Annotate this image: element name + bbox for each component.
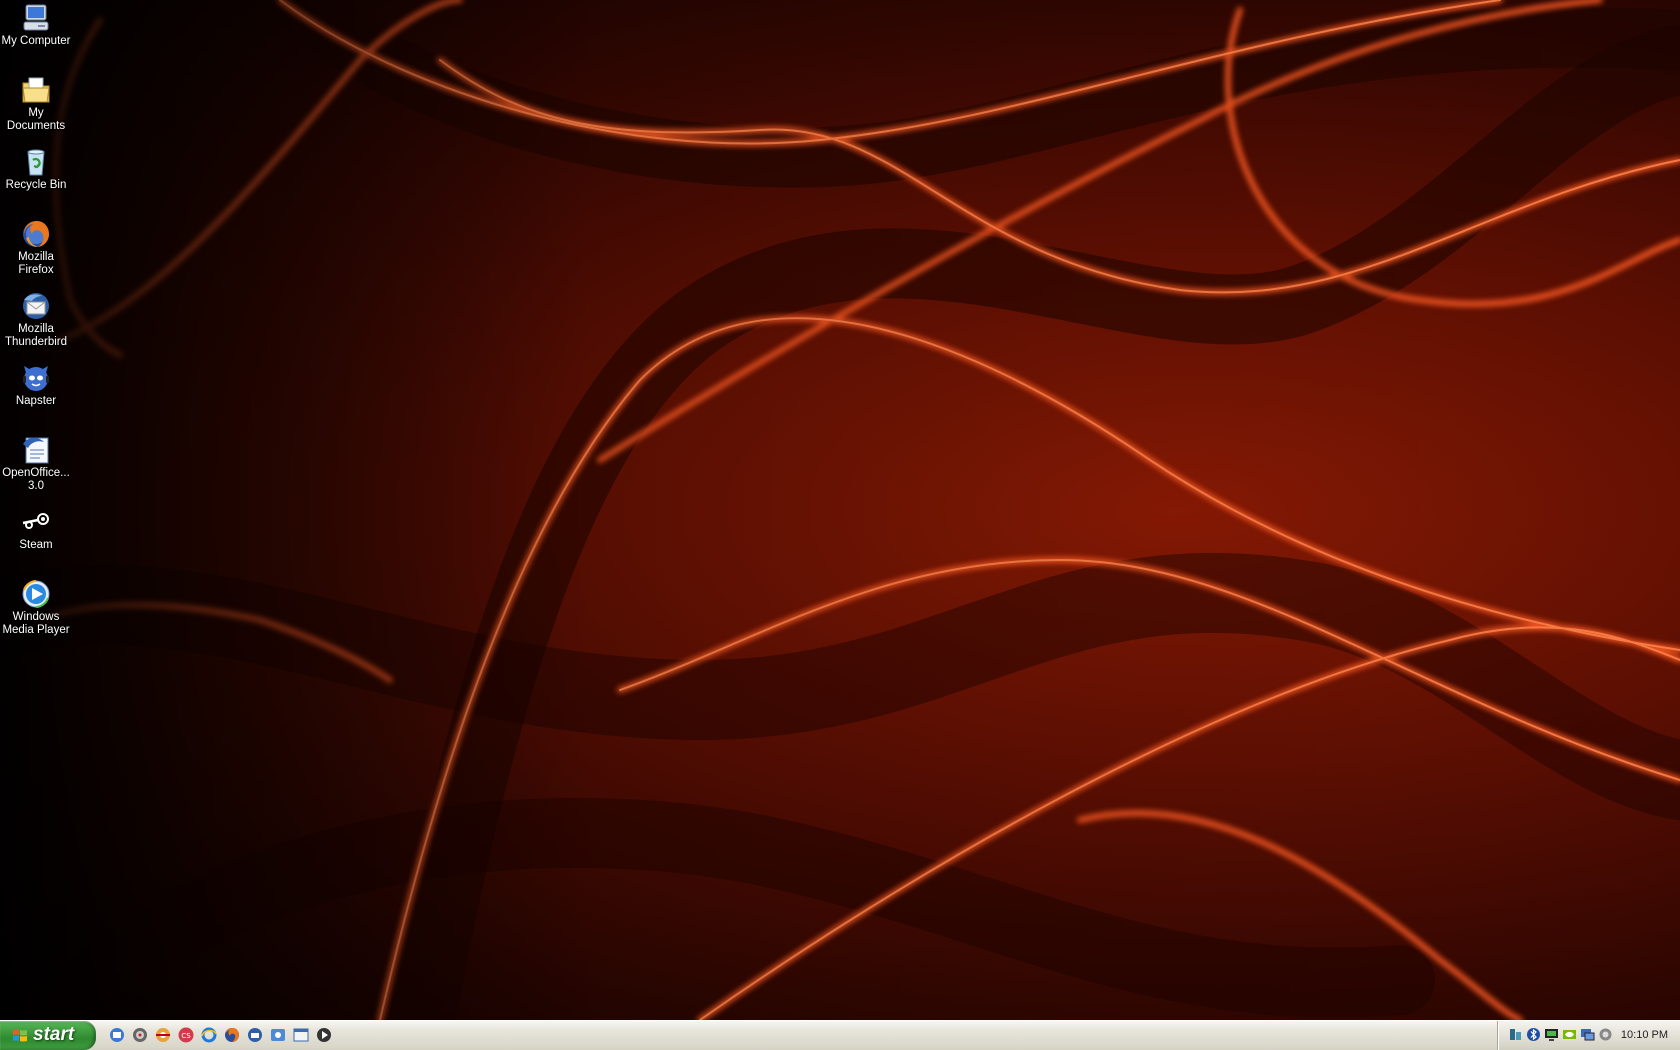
firefox-icon[interactable]: [223, 1026, 241, 1044]
windows-media-player-icon: [22, 580, 50, 608]
desktop-icon-label: Windows Media Player: [2, 611, 70, 636]
my-documents-icon: [22, 77, 50, 103]
display-tray-icon[interactable]: [1580, 1027, 1595, 1042]
desktop-icon-windows-media-player[interactable]: Windows Media Player: [0, 576, 72, 637]
media-player-icon[interactable]: [315, 1026, 333, 1044]
firefox-icon: [23, 221, 49, 247]
flame-wallpaper: [0, 0, 1680, 1020]
svg-text:CS: CS: [181, 1032, 191, 1040]
desktop-icon-label: OpenOffice... 3.0: [2, 467, 70, 492]
network-app-icon[interactable]: [269, 1026, 287, 1044]
desktop[interactable]: My Computer My Documents Recycle Bin Moz…: [0, 0, 1680, 1020]
system-tray: 10:10 PM: [1497, 1021, 1680, 1050]
taskbar: start CS 10:10 PM: [0, 1020, 1680, 1050]
thunderbird-icon: [23, 293, 49, 319]
napster-icon: [23, 366, 49, 391]
desktop-icon-thunderbird[interactable]: Mozilla Thunderbird: [0, 288, 72, 349]
gear-app-icon[interactable]: [131, 1026, 149, 1044]
volume-tray-icon[interactable]: [1598, 1027, 1613, 1042]
desktop-icon-label: Napster: [15, 395, 57, 407]
start-label: start: [33, 1024, 75, 1045]
network-tray-icon[interactable]: [1508, 1027, 1523, 1042]
window-app-icon[interactable]: [292, 1026, 310, 1044]
desktop-icon-label: My Computer: [1, 35, 71, 47]
disc-app-icon[interactable]: [154, 1026, 172, 1044]
openoffice-icon: [23, 437, 49, 464]
monitor-tray-icon[interactable]: [1544, 1027, 1559, 1042]
nvidia-tray-icon[interactable]: [1562, 1027, 1577, 1042]
desktop-icon-openoffice[interactable]: OpenOffice... 3.0: [0, 432, 72, 493]
recycle-bin-icon: [27, 149, 45, 176]
desktop-icon-label: Steam: [19, 539, 53, 551]
bluetooth-tray-icon[interactable]: [1526, 1027, 1541, 1042]
desktop-icon-my-computer[interactable]: My Computer: [0, 0, 72, 48]
desktop-icon-label: Mozilla Thunderbird: [4, 323, 67, 348]
internet-explorer-icon[interactable]: [200, 1026, 218, 1044]
quick-launch-toolbar: CS: [108, 1026, 333, 1046]
cs-game-icon[interactable]: CS: [177, 1026, 195, 1044]
desktop-icon-label: Mozilla Firefox: [18, 251, 54, 276]
clock[interactable]: 10:10 PM: [1621, 1029, 1668, 1041]
desktop-icon-label: Recycle Bin: [5, 179, 67, 191]
show-desktop-icon[interactable]: [108, 1026, 126, 1044]
desktop-icon-recycle-bin[interactable]: Recycle Bin: [0, 144, 72, 192]
my-computer-icon: [23, 4, 49, 31]
desktop-icon-my-documents[interactable]: My Documents: [0, 72, 72, 133]
start-button[interactable]: start: [0, 1021, 96, 1050]
windows-logo-icon: [13, 1029, 27, 1042]
desktop-icon-label: My Documents: [6, 107, 66, 132]
desktop-icon-napster[interactable]: Napster: [0, 360, 72, 408]
desktop-icon-steam[interactable]: Steam: [0, 504, 72, 552]
desktop-icon-firefox[interactable]: Mozilla Firefox: [0, 216, 72, 277]
steam-icon: [22, 513, 49, 529]
thunderbird-icon[interactable]: [246, 1026, 264, 1044]
tray-icon-group: [1508, 1027, 1613, 1042]
